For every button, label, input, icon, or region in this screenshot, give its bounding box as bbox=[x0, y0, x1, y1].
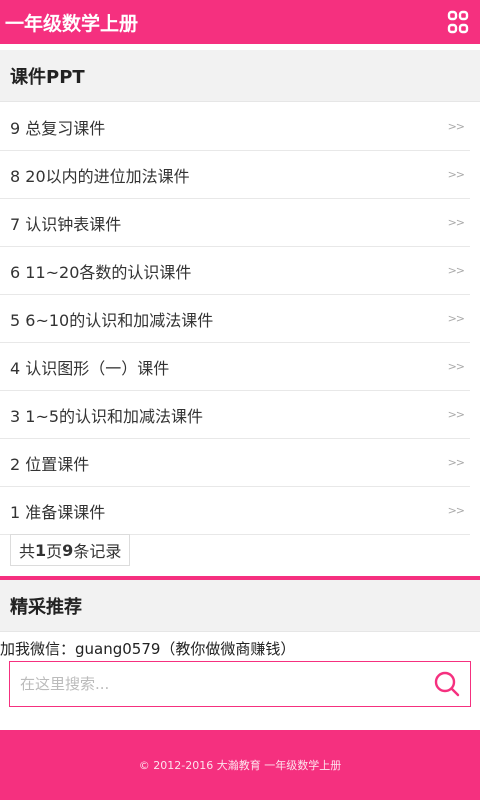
list-item-label: 1 准备课课件 bbox=[10, 502, 106, 522]
list-item[interactable]: 8 20以内的进位加法课件 >> bbox=[0, 151, 470, 199]
chevron-right-icon: >> bbox=[447, 168, 465, 181]
chevron-right-icon: >> bbox=[447, 216, 465, 229]
courseware-section-title: 课件PPT bbox=[0, 50, 480, 102]
list-item[interactable]: 7 认识钟表课件 >> bbox=[0, 199, 470, 247]
chevron-right-icon: >> bbox=[447, 120, 465, 133]
pager-record-count: 9 bbox=[62, 540, 74, 560]
list-item-label: 4 认识图形（一）课件 bbox=[10, 358, 170, 378]
list-item-label: 7 认识钟表课件 bbox=[10, 214, 122, 234]
search-icon[interactable] bbox=[424, 662, 470, 706]
pager-page-count: 1 bbox=[35, 540, 47, 560]
pager-mid: 页 bbox=[46, 542, 63, 561]
chevron-right-icon: >> bbox=[447, 456, 465, 469]
list-item-label: 5 6~10的认识和加减法课件 bbox=[10, 310, 214, 330]
app-header: 一年级数学上册 bbox=[0, 0, 480, 44]
page-title: 一年级数学上册 bbox=[5, 12, 139, 35]
list-item-label: 3 1~5的认识和加减法课件 bbox=[10, 406, 204, 426]
list-item[interactable]: 4 认识图形（一）课件 >> bbox=[0, 343, 470, 391]
footer-copyright: © 2012-2016 大瀚教育 一年级数学上册 bbox=[138, 759, 342, 772]
list-item-label: 2 位置课件 bbox=[10, 454, 90, 474]
featured-section-title: 精采推荐 bbox=[0, 580, 480, 632]
list-item[interactable]: 6 11~20各数的认识课件 >> bbox=[0, 247, 470, 295]
chevron-right-icon: >> bbox=[447, 408, 465, 421]
list-item-label: 8 20以内的进位加法课件 bbox=[10, 166, 190, 186]
list-item[interactable]: 9 总复习课件 >> bbox=[0, 103, 470, 151]
chevron-right-icon: >> bbox=[447, 312, 465, 325]
pager-suffix: 条记录 bbox=[73, 542, 122, 561]
promo-text: 加我微信：guang0579（教你做微商赚钱） bbox=[0, 640, 296, 658]
list-item-label: 6 11~20各数的认识课件 bbox=[10, 262, 192, 282]
chevron-right-icon: >> bbox=[447, 264, 465, 277]
courseware-list: 9 总复习课件 >> 8 20以内的进位加法课件 >> 7 认识钟表课件 >> … bbox=[0, 103, 480, 535]
chevron-right-icon: >> bbox=[447, 504, 465, 517]
list-item[interactable]: 2 位置课件 >> bbox=[0, 439, 470, 487]
list-item[interactable]: 5 6~10的认识和加减法课件 >> bbox=[0, 295, 470, 343]
list-item[interactable]: 1 准备课课件 >> bbox=[0, 487, 470, 535]
list-item-label: 9 总复习课件 bbox=[10, 118, 106, 138]
pagination-summary: 共 1 页 9 条记录 bbox=[10, 534, 131, 566]
search-input[interactable] bbox=[10, 662, 410, 706]
chevron-right-icon: >> bbox=[447, 360, 465, 373]
footer: © 2012-2016 大瀚教育 一年级数学上册 bbox=[0, 730, 480, 800]
grid-menu-icon[interactable] bbox=[440, 4, 476, 40]
search-bar bbox=[9, 661, 471, 707]
pager-prefix: 共 bbox=[19, 542, 36, 561]
list-item[interactable]: 3 1~5的认识和加减法课件 >> bbox=[0, 391, 470, 439]
